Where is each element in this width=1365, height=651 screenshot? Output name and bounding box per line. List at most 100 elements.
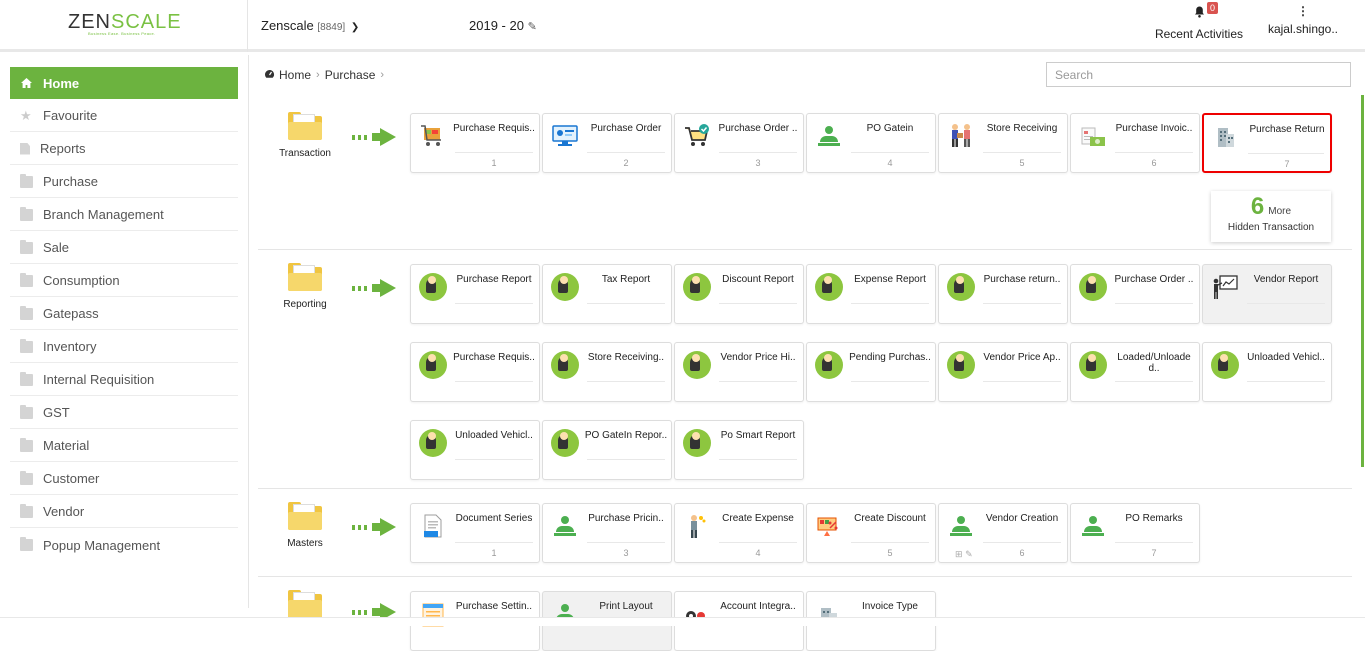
hidden-transactions-button[interactable]: 6 More Hidden Transaction — [1211, 191, 1331, 242]
tile-label: Document Series — [455, 513, 533, 524]
tile-vendor-creation[interactable]: Vendor Creation ⊞ ✎ 6 — [938, 503, 1068, 563]
tile-discount-report[interactable]: Discount Report — [674, 264, 804, 324]
user-icon — [815, 122, 843, 150]
tile-purchase-return-report[interactable]: Purchase return.. — [938, 264, 1068, 324]
folder-icon — [20, 305, 33, 320]
tile-pending-purchase[interactable]: Pending Purchas.. — [806, 342, 936, 402]
tile-create-discount[interactable]: Create Discount 5 — [806, 503, 936, 563]
tile-number: 5 — [887, 548, 893, 558]
tile-purchase-order[interactable]: Purchase Order 2 — [542, 113, 672, 173]
sidebar-item-label: Branch Management — [43, 207, 164, 222]
tile-purchase-order-approval[interactable]: Purchase Order .. 3 — [674, 113, 804, 173]
section-transaction-icon[interactable]: Transaction — [275, 112, 335, 159]
avatar-icon — [551, 273, 579, 301]
tile-label: Create Expense — [722, 513, 794, 524]
breadcrumb-current[interactable]: Purchase — [325, 68, 376, 82]
tile-loaded-unloaded[interactable]: Loaded/Unloade d.. — [1070, 342, 1200, 402]
folder-icon — [20, 537, 33, 551]
tile-unloaded-vehicle-2[interactable]: Unloaded Vehicl.. — [410, 420, 540, 480]
edit-icon[interactable]: ✎ — [965, 549, 973, 559]
tile-unloaded-vehicle[interactable]: Unloaded Vehicl.. — [1202, 342, 1332, 402]
section-label: Reporting — [283, 299, 327, 310]
sidebar-item-gst[interactable]: GST — [10, 397, 238, 429]
company-code: [8849] — [317, 22, 346, 33]
tile-po-remarks[interactable]: PO Remarks 7 — [1070, 503, 1200, 563]
breadcrumb-home[interactable]: Home — [279, 68, 311, 82]
notification-badge: 0 — [1207, 2, 1219, 14]
sidebar-item-label: Popup Management — [43, 537, 161, 553]
tile-purchase-return[interactable]: Purchase Return 7 — [1202, 113, 1332, 173]
tile-number: 4 — [887, 158, 893, 168]
sidebar-item-popup-management[interactable]: Popup Management — [10, 529, 238, 561]
tile-purchase-report[interactable]: Purchase Report — [410, 264, 540, 324]
hidden-count: 6 — [1250, 193, 1265, 220]
tile-number: 3 — [623, 548, 629, 558]
tile-label: Purchase Settin.. — [455, 601, 533, 612]
sidebar-item-gatepass[interactable]: Gatepass — [10, 298, 238, 330]
scrollbar[interactable] — [1361, 95, 1364, 467]
sidebar-item-internal-requisition[interactable]: Internal Requisition — [10, 364, 238, 396]
sidebar-item-purchase[interactable]: Purchase — [10, 166, 238, 198]
sidebar-item-sale[interactable]: Sale — [10, 232, 238, 264]
section-reporting-icon[interactable]: Reporting — [275, 263, 335, 310]
sidebar-item-reports[interactable]: Reports — [10, 133, 238, 165]
tile-label: Vendor Price Ap.. — [983, 352, 1061, 363]
tile-purchase-requisition-report[interactable]: Purchase Requis.. — [410, 342, 540, 402]
sidebar-item-label: Sale — [43, 240, 70, 255]
avatar-icon — [1211, 351, 1239, 379]
sidebar-item-branch-management[interactable]: Branch Management — [10, 199, 238, 231]
tile-number: 1 — [491, 158, 497, 168]
avatar-icon — [1079, 351, 1107, 379]
tile-document-series[interactable]: Document Series 1 — [410, 503, 540, 563]
user-menu[interactable]: ⋮ kajal.shingo.. — [1263, 5, 1343, 36]
sidebar-item-label: GST — [43, 405, 70, 420]
tile-create-expense[interactable]: Create Expense 4 — [674, 503, 804, 563]
document-icon — [20, 142, 30, 155]
sidebar-item-label: Reports — [40, 141, 86, 156]
sidebar-item-favourite[interactable]: ★ Favourite — [10, 100, 238, 132]
tile-vendor-report[interactable]: Vendor Report — [1202, 264, 1332, 324]
tile-label: Purchase Order — [590, 123, 662, 134]
building-icon — [1212, 123, 1240, 151]
arrow-right-icon — [352, 518, 398, 536]
financial-year-selector[interactable]: 2019 - 20 ✎ — [469, 18, 537, 33]
username: kajal.shingo.. — [1267, 22, 1339, 36]
recent-activities-button[interactable]: 0 Recent Activities — [1153, 2, 1245, 41]
folder-icon — [20, 371, 33, 386]
tile-vendor-price-history[interactable]: Vendor Price Hi.. — [674, 342, 804, 402]
tile-purchase-invoice[interactable]: Purchase Invoic.. 6 — [1070, 113, 1200, 173]
recent-activities-label: Recent Activities — [1154, 27, 1244, 41]
dashboard-icon — [264, 68, 275, 82]
sidebar-item-material[interactable]: Material — [10, 430, 238, 462]
sidebar-item-label: Inventory — [43, 339, 97, 354]
tile-vendor-price-approval[interactable]: Vendor Price Ap.. — [938, 342, 1068, 402]
sidebar-item-consumption[interactable]: Consumption — [10, 265, 238, 297]
tile-purchase-order-report[interactable]: Purchase Order .. — [1070, 264, 1200, 324]
sidebar-item-label: Customer — [43, 471, 100, 486]
sidebar-item-home[interactable]: Home — [10, 67, 238, 99]
add-icon[interactable]: ⊞ — [955, 549, 963, 559]
tile-tax-report[interactable]: Tax Report — [542, 264, 672, 324]
tile-po-gatein[interactable]: PO Gatein 4 — [806, 113, 936, 173]
logo[interactable]: ZENSCALE Business Ease. Business Peace. — [0, 0, 248, 52]
sidebar-item-label: Internal Requisition — [43, 372, 155, 387]
tile-store-receiving-report[interactable]: Store Receiving.. — [542, 342, 672, 402]
sidebar-item-customer[interactable]: Customer — [10, 463, 238, 495]
tile-purchase-pricing[interactable]: Purchase Pricin.. 3 — [542, 503, 672, 563]
tile-label: Purchase Order .. — [718, 123, 798, 134]
section-masters-icon[interactable]: Masters — [275, 502, 335, 549]
tile-purchase-requisition[interactable]: Purchase Requis.. 1 — [410, 113, 540, 173]
sidebar-item-inventory[interactable]: Inventory — [10, 331, 238, 363]
section-divider — [258, 488, 1352, 489]
breadcrumb: Home › Purchase › — [264, 68, 389, 82]
tile-po-gatein-report[interactable]: PO GateIn Repor.. — [542, 420, 672, 480]
tile-store-receiving[interactable]: Store Receiving 5 — [938, 113, 1068, 173]
company-selector[interactable]: Zenscale [8849] ❯ — [261, 18, 359, 33]
tile-number: 1 — [491, 548, 497, 558]
search-input[interactable] — [1046, 62, 1351, 87]
tile-po-smart-report[interactable]: Po Smart Report — [674, 420, 804, 480]
sidebar-item-label: Purchase — [43, 174, 98, 189]
tile-expense-report[interactable]: Expense Report — [806, 264, 936, 324]
tile-label: Vendor Price Hi.. — [720, 352, 796, 363]
sidebar-item-vendor[interactable]: Vendor — [10, 496, 238, 528]
